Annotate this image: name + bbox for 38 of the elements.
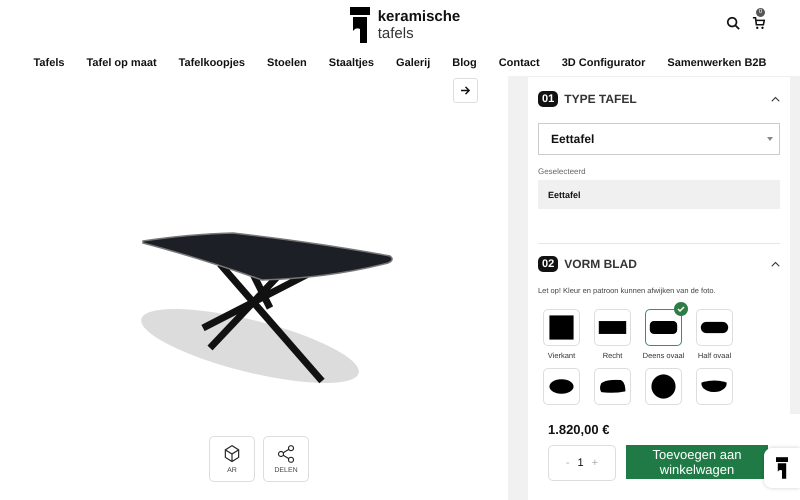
floating-logo-button[interactable] xyxy=(764,448,800,488)
step-number-badge: 02 xyxy=(538,256,558,272)
nav-link[interactable]: 3D Configurator xyxy=(562,57,646,69)
cart-icon[interactable] xyxy=(752,16,766,30)
chevron-icon[interactable] xyxy=(771,96,780,102)
shape-option[interactable] xyxy=(645,309,682,346)
quantity-stepper[interactable]: - 1 + xyxy=(548,445,616,481)
table-shape-icon xyxy=(547,313,576,342)
section-title: TYPE TAFEL xyxy=(564,92,638,106)
nav-link[interactable]: Staaltjes xyxy=(328,57,374,69)
section-title: VORM BLAD xyxy=(564,257,638,271)
logo-icon[interactable] xyxy=(350,6,370,44)
step-number-badge: 01 xyxy=(538,91,558,107)
price-text: 1.820,00 € xyxy=(548,422,610,437)
logo-icon xyxy=(776,457,788,479)
share-icon xyxy=(276,444,296,464)
table-shape-icon xyxy=(649,372,678,401)
arrow-right-icon xyxy=(460,86,471,95)
table-type-dropdown[interactable]: Eettafel xyxy=(538,123,780,155)
nav-link[interactable]: Tafels xyxy=(34,57,65,69)
logo-title[interactable]: keramische xyxy=(378,8,460,25)
add-to-cart-button[interactable]: Toevoegen aan winkelwagen xyxy=(626,445,768,479)
cube-icon xyxy=(222,444,242,464)
dropdown-caret-icon xyxy=(767,137,773,141)
nav-link[interactable]: Galerij xyxy=(396,57,430,69)
selected-value-field: Eettafel xyxy=(538,180,780,209)
chevron-icon[interactable] xyxy=(771,261,780,267)
nav-link[interactable]: Tafelkoopjes xyxy=(178,57,246,69)
selected-label: Geselecteerd xyxy=(538,167,587,176)
nav-link[interactable]: Stoelen xyxy=(267,57,307,69)
logo-subtitle[interactable]: tafels xyxy=(378,25,460,42)
next-arrow-button[interactable] xyxy=(453,78,478,103)
nav-link[interactable]: Tafel op maat xyxy=(86,57,157,69)
search-icon[interactable] xyxy=(726,16,740,30)
nav-link[interactable]: Contact xyxy=(498,57,540,69)
nav-link[interactable]: Blog xyxy=(452,57,477,69)
check-icon xyxy=(674,302,688,316)
nav-link[interactable]: Samenwerken B2B xyxy=(667,57,766,69)
